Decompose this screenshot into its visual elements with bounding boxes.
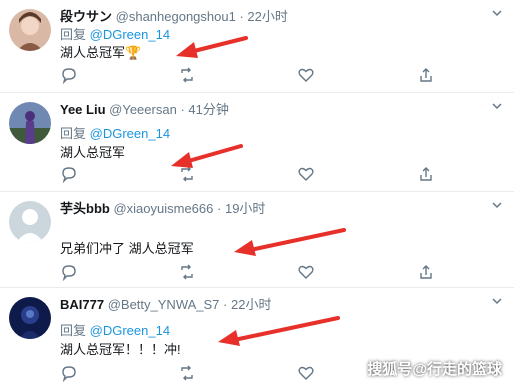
separator: ·	[239, 9, 244, 24]
reply-mention[interactable]: @DGreen_14	[90, 323, 170, 338]
retweet-icon[interactable]	[178, 364, 196, 382]
timestamp[interactable]: 19小时	[225, 201, 265, 216]
chevron-down-icon[interactable]	[490, 6, 504, 20]
heart-icon[interactable]	[297, 165, 315, 183]
tweet-actions	[60, 66, 480, 85]
reply-icon[interactable]	[60, 364, 78, 383]
tweet-text: 湖人总冠军	[60, 145, 126, 160]
tweet-text: 湖人总冠军！！！冲!	[60, 342, 181, 357]
display-name[interactable]: 芋头bbb	[60, 201, 110, 216]
tweet-1[interactable]: 段ウサン @shanhegongshou1 · 22小时 回复 @DGreen_…	[0, 0, 514, 93]
reply-context: 回复 @DGreen_14	[60, 123, 170, 142]
user-handle[interactable]: @Yeeersan	[109, 102, 177, 117]
reply-prefix: 回复	[60, 126, 87, 141]
retweet-icon[interactable]	[178, 263, 196, 281]
retweet-icon[interactable]	[178, 165, 196, 183]
chevron-down-icon[interactable]	[490, 198, 504, 212]
avatar[interactable]	[9, 9, 51, 51]
tweet-text: 兄弟们冲了 湖人总冠军	[60, 241, 194, 256]
heart-icon[interactable]	[297, 263, 315, 281]
watermark: 搜狐号@行走的篮球	[367, 361, 502, 378]
reply-mention[interactable]: @DGreen_14	[90, 27, 170, 42]
display-name[interactable]: BAI777	[60, 297, 104, 312]
display-name[interactable]: 段ウサン	[60, 9, 112, 24]
timestamp[interactable]: 22小时	[231, 297, 271, 312]
reply-icon[interactable]	[60, 165, 78, 184]
tweet-header: 段ウサン @shanhegongshou1 · 22小时	[60, 6, 474, 25]
retweet-icon[interactable]	[178, 66, 196, 84]
reply-context: 回复 @DGreen_14	[60, 24, 170, 43]
reply-context: 回复 @DGreen_14	[60, 320, 170, 339]
avatar[interactable]	[9, 201, 51, 243]
tweet-2[interactable]: Yee Liu @Yeeersan · 41分钟 回复 @DGreen_14 湖…	[0, 93, 514, 192]
reply-icon[interactable]	[60, 66, 78, 85]
reply-icon[interactable]	[60, 263, 78, 282]
separator: ·	[217, 201, 222, 216]
timestamp[interactable]: 41分钟	[188, 102, 228, 117]
avatar[interactable]	[9, 102, 51, 144]
user-handle[interactable]: @xiaoyuisme666	[113, 201, 213, 216]
timestamp[interactable]: 22小时	[247, 9, 287, 24]
avatar[interactable]	[9, 297, 51, 339]
share-icon[interactable]	[417, 66, 435, 84]
separator: ·	[223, 297, 228, 312]
user-handle[interactable]: @shanhegongshou1	[116, 9, 236, 24]
share-icon[interactable]	[417, 263, 435, 281]
user-handle[interactable]: @Betty_YNWA_S7	[108, 297, 220, 312]
reply-prefix: 回复	[60, 323, 87, 338]
reply-prefix: 回复	[60, 27, 87, 42]
tweet-header: BAI777 @Betty_YNWA_S7 · 22小时	[60, 294, 474, 313]
reply-mention[interactable]: @DGreen_14	[90, 126, 170, 141]
chevron-down-icon[interactable]	[490, 294, 504, 308]
heart-icon[interactable]	[297, 66, 315, 84]
tweet-text: 湖人总冠军🏆	[60, 45, 142, 60]
tweet-actions	[60, 165, 480, 184]
tweet-actions	[60, 263, 480, 282]
heart-icon[interactable]	[297, 364, 315, 382]
share-icon[interactable]	[417, 165, 435, 183]
display-name[interactable]: Yee Liu	[60, 102, 106, 117]
tweet-header: 芋头bbb @xiaoyuisme666 · 19小时	[60, 198, 474, 217]
chevron-down-icon[interactable]	[490, 99, 504, 113]
tweet-header: Yee Liu @Yeeersan · 41分钟	[60, 99, 474, 118]
separator: ·	[180, 102, 185, 117]
tweet-3[interactable]: 芋头bbb @xiaoyuisme666 · 19小时 兄弟们冲了 湖人总冠军	[0, 192, 514, 288]
